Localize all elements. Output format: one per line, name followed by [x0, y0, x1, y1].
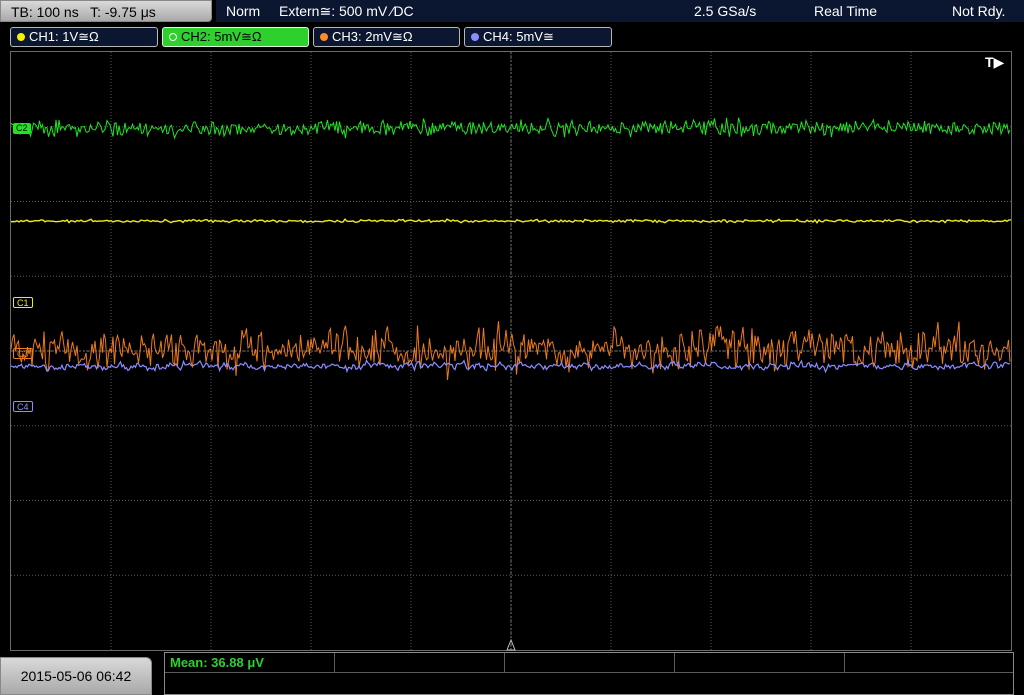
ch3-level-marker[interactable]: C3 — [13, 348, 33, 359]
measurement-panel[interactable]: Mean: 36.88 μV — [164, 652, 1014, 695]
grid-lines — [11, 52, 1011, 651]
ch2-level-marker[interactable]: C2 — [13, 123, 31, 134]
ch4-level-marker[interactable]: C4 — [13, 401, 33, 412]
measurement-mean: Mean: 36.88 μV — [170, 655, 264, 670]
ch1-trace — [10, 218, 1011, 225]
measurement-cell[interactable] — [335, 653, 505, 673]
measurement-cell[interactable]: Mean: 36.88 μV — [165, 653, 335, 673]
measurement-cell[interactable] — [505, 653, 675, 673]
ch1-level-marker[interactable]: C1 — [13, 297, 33, 308]
trigger-position-marker[interactable]: T▶ — [985, 54, 1004, 71]
measurement-cell[interactable] — [845, 653, 1013, 673]
waveform-plot — [10, 52, 1011, 651]
measurement-cell[interactable] — [675, 653, 845, 673]
oscilloscope-screen: TB: 100 ns T: -9.75 μs Norm Extern≅: 500… — [0, 0, 1024, 695]
date-time: 2015-05-06 06:42 — [0, 657, 152, 695]
